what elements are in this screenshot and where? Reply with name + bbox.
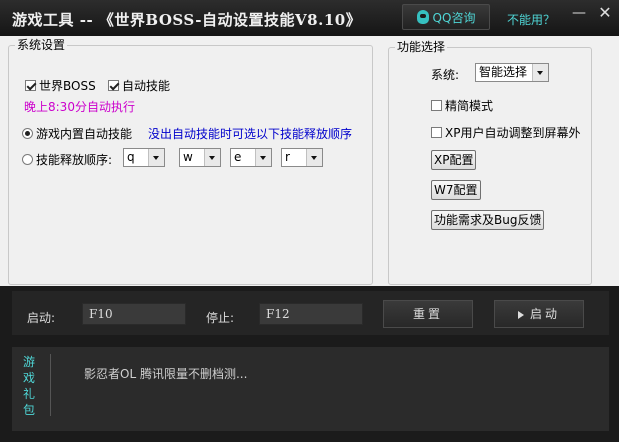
feature-select-legend: 功能选择 — [395, 40, 448, 54]
xp-offscreen-checkbox[interactable]: XP用户自动调整到屏幕外 — [431, 124, 580, 141]
simple-mode-check-icon — [431, 100, 442, 111]
xp-offscreen-check-icon — [431, 127, 442, 138]
play-icon — [517, 310, 524, 319]
xp-config-button[interactable]: XP配置 — [431, 150, 477, 170]
schedule-note: 晚上8:30分自动执行 — [24, 100, 135, 114]
close-icon[interactable]: ✕ — [594, 2, 616, 24]
simple-mode-label: 精简模式 — [445, 99, 494, 113]
world-boss-check-icon — [25, 80, 36, 91]
gift-message[interactable]: 影忍者OL 腾讯限量不删档测... — [84, 365, 247, 382]
radio-builtin-label: 游戏内置自动技能 — [36, 127, 133, 141]
auto-skill-label: 自动技能 — [122, 79, 171, 93]
skill-key-select-1[interactable]: q — [123, 148, 165, 167]
reset-button[interactable]: 重置 — [383, 300, 473, 328]
chevron-down-icon — [148, 149, 164, 166]
feature-select-group: 功能选择 — [388, 40, 592, 285]
start-button-label: 启动 — [529, 307, 560, 321]
skill-key-2-value: w — [183, 150, 193, 164]
auto-skill-check-icon — [108, 80, 119, 91]
skill-key-select-3[interactable]: e — [230, 148, 272, 167]
radio-order-label: 技能释放顺序: — [36, 153, 113, 167]
start-hotkey-label: 启动: — [27, 311, 56, 325]
chevron-down-icon — [532, 64, 548, 81]
stop-hotkey-label: 停止: — [206, 311, 235, 325]
window-title: 游戏工具 -- 《世界BOSS-自动设置技能V8.10》 — [12, 11, 362, 29]
skill-key-4-value: r — [285, 150, 290, 164]
skill-key-1-value: q — [127, 150, 135, 164]
auto-skill-checkbox[interactable]: 自动技能 — [108, 77, 170, 94]
simple-mode-checkbox[interactable]: 精简模式 — [431, 97, 493, 114]
system-settings-legend: 系统设置 — [15, 38, 68, 52]
skill-key-select-2[interactable]: w — [179, 148, 221, 167]
w7-config-button[interactable]: W7配置 — [431, 180, 481, 200]
chevron-down-icon — [204, 149, 220, 166]
radio-order-dot-icon — [22, 154, 33, 165]
radio-skill-order[interactable]: 技能释放顺序: — [22, 151, 112, 168]
settings-panel: 系统设置 世界BOSS 自动技能 晚上8:30分自动执行 游戏内置自动技能 没出… — [0, 36, 619, 286]
divider — [50, 354, 51, 416]
gift-pack-label[interactable]: 游戏礼包 — [22, 354, 36, 418]
qq-consult-label: QQ咨询 — [432, 10, 476, 25]
system-label: 系统: — [431, 68, 460, 82]
world-boss-label: 世界BOSS — [39, 79, 96, 93]
qq-consult-button[interactable]: QQ咨询 — [402, 4, 490, 30]
skill-key-3-value: e — [234, 150, 242, 164]
info-panel — [12, 347, 609, 431]
xp-offscreen-label: XP用户自动调整到屏幕外 — [445, 126, 581, 140]
start-hotkey-input[interactable]: F10 — [82, 303, 186, 325]
help-link[interactable]: 不能用？ — [507, 11, 555, 28]
system-select-value: 智能选择 — [479, 65, 528, 79]
skill-key-select-4[interactable]: r — [281, 148, 323, 167]
radio-builtin-skill[interactable]: 游戏内置自动技能 — [22, 125, 132, 142]
world-boss-checkbox[interactable]: 世界BOSS — [25, 77, 96, 94]
qq-icon — [416, 10, 429, 24]
minimize-icon[interactable]: — — [568, 2, 590, 24]
chevron-down-icon — [255, 149, 271, 166]
skill-order-hint: 没出自动技能时可选以下技能释放顺序 — [148, 127, 353, 141]
chevron-down-icon — [306, 149, 322, 166]
start-button[interactable]: 启动 — [494, 300, 584, 328]
radio-builtin-dot-icon — [22, 128, 33, 139]
stop-hotkey-input[interactable]: F12 — [259, 303, 363, 325]
system-select[interactable]: 智能选择 — [475, 63, 549, 82]
feedback-button[interactable]: 功能需求及Bug反馈 — [431, 210, 545, 230]
